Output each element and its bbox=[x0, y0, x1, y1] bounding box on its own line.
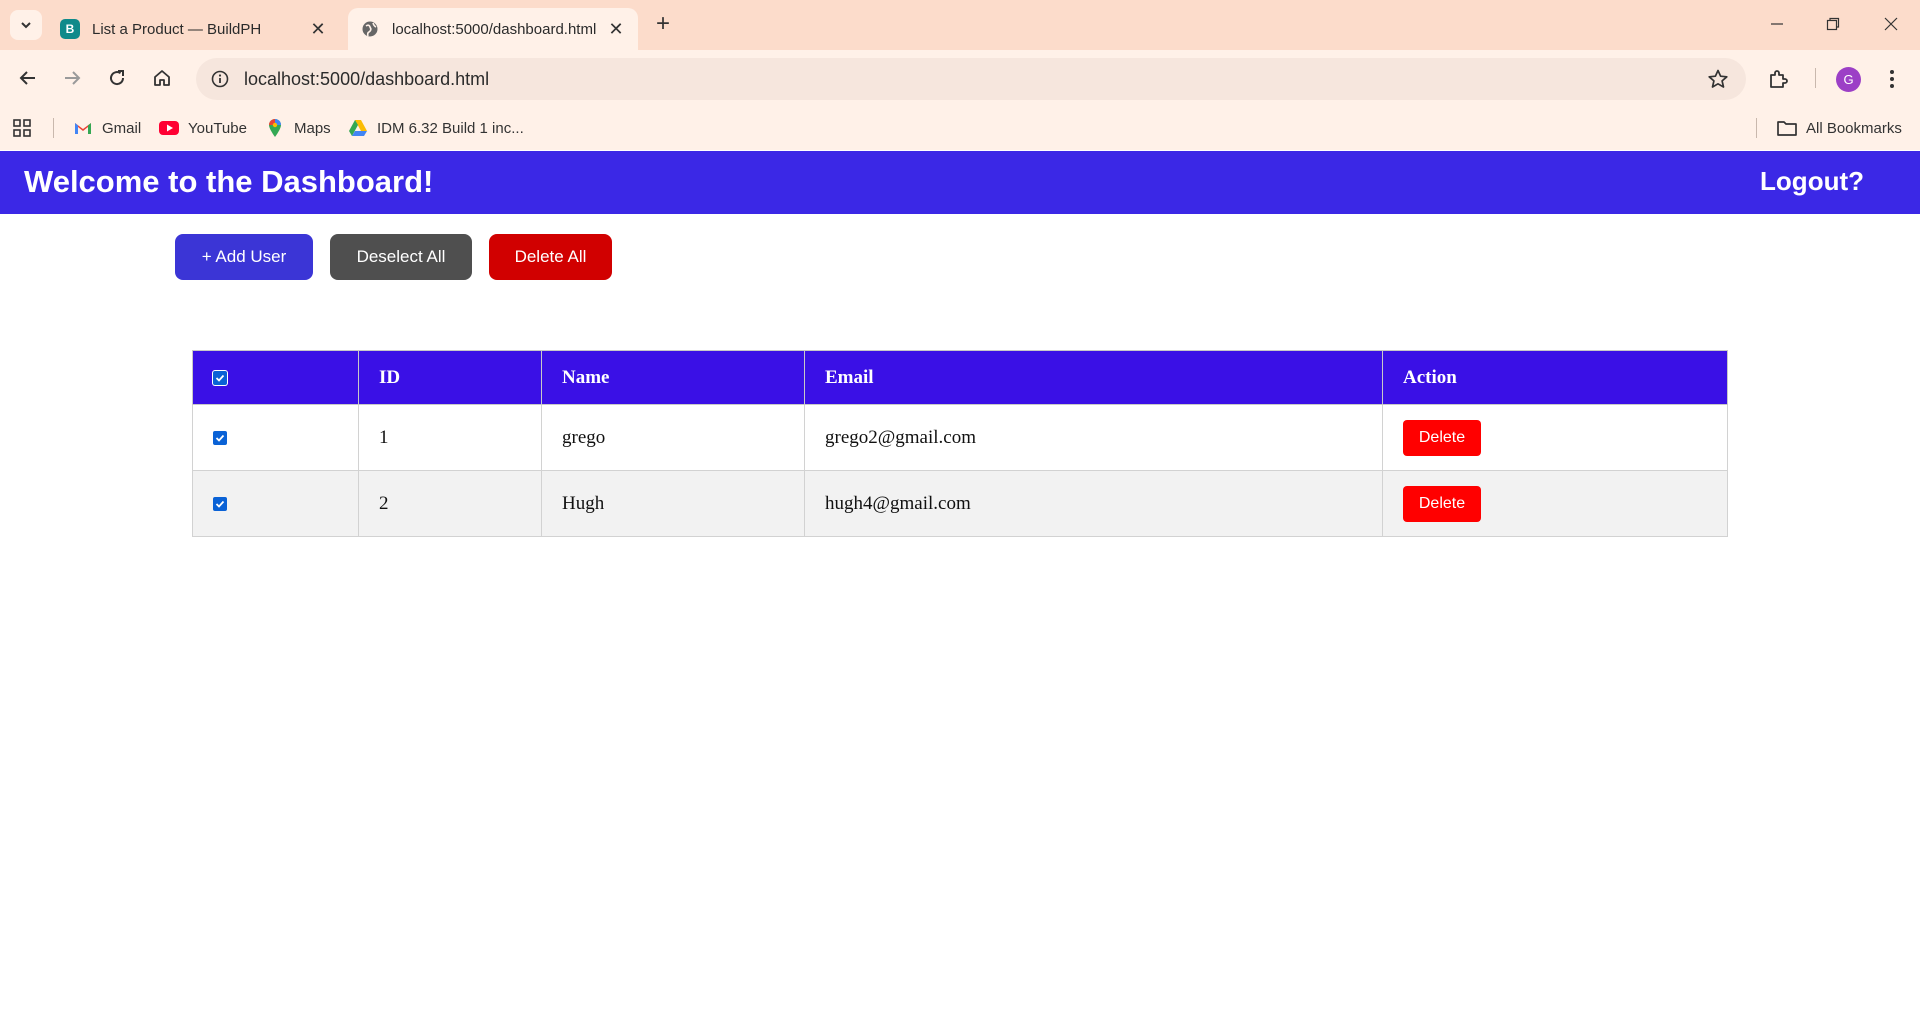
select-all-checkbox[interactable] bbox=[213, 371, 227, 386]
tab-list-a-product[interactable]: B List a Product — BuildPH ✕ bbox=[48, 8, 340, 50]
reload-button[interactable] bbox=[99, 60, 135, 96]
minimize-button[interactable] bbox=[1754, 8, 1800, 40]
close-icon[interactable]: ✕ bbox=[308, 19, 328, 39]
extensions-button[interactable] bbox=[1764, 64, 1794, 94]
buildph-favicon-icon: B bbox=[60, 19, 80, 39]
tab-search-button[interactable] bbox=[10, 10, 42, 40]
close-icon bbox=[1884, 17, 1898, 31]
apps-grid-icon bbox=[13, 119, 31, 137]
kebab-menu-icon bbox=[1890, 70, 1894, 88]
row-select-cell bbox=[192, 404, 359, 471]
row-checkbox[interactable] bbox=[213, 431, 227, 446]
select-all-header bbox=[192, 350, 359, 405]
all-bookmarks-label: All Bookmarks bbox=[1806, 119, 1902, 137]
star-icon[interactable] bbox=[1706, 67, 1730, 91]
checkmark-icon bbox=[215, 435, 225, 442]
folder-icon bbox=[1776, 119, 1798, 137]
bookmark-idm[interactable]: IDM 6.32 Build 1 inc... bbox=[347, 116, 524, 140]
bookmark-label: Maps bbox=[294, 119, 331, 137]
home-icon bbox=[154, 70, 170, 86]
close-window-button[interactable] bbox=[1868, 8, 1914, 40]
tab-strip: B List a Product — BuildPH ✕ localhost:5… bbox=[0, 0, 1920, 50]
all-bookmarks-button[interactable]: All Bookmarks bbox=[1776, 116, 1902, 140]
profile-avatar[interactable]: G bbox=[1836, 67, 1861, 92]
bookmarks-divider bbox=[1756, 118, 1757, 138]
address-bar[interactable]: localhost:5000/dashboard.html bbox=[196, 58, 1746, 100]
checkmark-icon bbox=[215, 375, 225, 382]
row-delete-button[interactable]: Delete bbox=[1403, 485, 1481, 522]
column-header-id: ID bbox=[358, 350, 542, 405]
cell-email: grego2@gmail.com bbox=[804, 404, 1383, 471]
new-tab-button[interactable]: + bbox=[650, 12, 676, 38]
cell-name: grego bbox=[541, 404, 805, 471]
checkmark-icon bbox=[215, 501, 225, 508]
more-menu-button[interactable] bbox=[1880, 65, 1904, 93]
bookmark-label: Gmail bbox=[102, 119, 142, 137]
bookmarks-divider bbox=[53, 118, 54, 138]
tab-title: localhost:5000/dashboard.html bbox=[392, 20, 597, 38]
restore-button[interactable] bbox=[1810, 8, 1856, 40]
reload-icon bbox=[110, 70, 125, 86]
chevron-down-icon bbox=[21, 22, 31, 29]
bookmark-gmail[interactable]: Gmail bbox=[72, 116, 141, 140]
column-header-email: Email bbox=[804, 350, 1383, 405]
row-select-cell bbox=[192, 470, 359, 537]
close-icon[interactable]: ✕ bbox=[606, 19, 626, 39]
table-header-row: ID Name Email Action bbox=[192, 350, 1728, 405]
arrow-left-icon bbox=[19, 71, 35, 85]
tab-dashboard[interactable]: localhost:5000/dashboard.html ✕ bbox=[348, 8, 638, 50]
youtube-icon bbox=[158, 119, 180, 137]
delete-all-button[interactable]: Delete All bbox=[489, 234, 612, 280]
page-title: Welcome to the Dashboard! bbox=[24, 164, 434, 199]
arrow-right-icon bbox=[65, 71, 81, 85]
info-icon[interactable] bbox=[210, 69, 230, 89]
home-button[interactable] bbox=[144, 60, 180, 96]
cell-name: Hugh bbox=[541, 470, 805, 537]
globe-icon bbox=[360, 19, 380, 39]
users-table: ID Name Email Action 1 grego grego2@gmai… bbox=[192, 350, 1728, 537]
maps-icon bbox=[264, 119, 286, 137]
bookmarks-bar: Gmail YouTube Maps IDM 6.32 Build 1 inc.… bbox=[0, 106, 1920, 150]
restore-icon bbox=[1826, 17, 1840, 31]
forward-button[interactable] bbox=[54, 60, 90, 96]
url-text[interactable]: localhost:5000/dashboard.html bbox=[244, 69, 1706, 90]
toolbar-divider bbox=[1815, 68, 1816, 88]
logout-link[interactable]: Logout? bbox=[1760, 166, 1864, 197]
deselect-all-button[interactable]: Deselect All bbox=[330, 234, 472, 280]
table-row: 2 Hugh hugh4@gmail.com Delete bbox=[192, 470, 1728, 537]
browser-toolbar: localhost:5000/dashboard.html G bbox=[0, 50, 1920, 106]
gmail-icon bbox=[72, 119, 94, 137]
cell-id: 2 bbox=[358, 470, 542, 537]
bookmark-label: YouTube bbox=[188, 119, 247, 137]
puzzle-icon bbox=[1770, 70, 1788, 88]
cell-action: Delete bbox=[1382, 404, 1728, 471]
minimize-icon bbox=[1771, 23, 1783, 25]
column-header-action: Action bbox=[1382, 350, 1728, 405]
bookmark-youtube[interactable]: YouTube bbox=[158, 116, 247, 140]
row-checkbox[interactable] bbox=[213, 497, 227, 512]
apps-button[interactable] bbox=[12, 116, 32, 140]
cell-action: Delete bbox=[1382, 470, 1728, 537]
cell-id: 1 bbox=[358, 404, 542, 471]
drive-icon bbox=[347, 119, 369, 137]
tab-title: List a Product — BuildPH bbox=[92, 20, 262, 38]
back-button[interactable] bbox=[10, 60, 46, 96]
dashboard-header: Welcome to the Dashboard! Logout? bbox=[0, 151, 1920, 214]
column-header-name: Name bbox=[541, 350, 805, 405]
bookmark-maps[interactable]: Maps bbox=[264, 116, 331, 140]
row-delete-button[interactable]: Delete bbox=[1403, 419, 1481, 456]
cell-email: hugh4@gmail.com bbox=[804, 470, 1383, 537]
bookmark-label: IDM 6.32 Build 1 inc... bbox=[377, 119, 524, 137]
add-user-button[interactable]: + Add User bbox=[175, 234, 313, 280]
table-row: 1 grego grego2@gmail.com Delete bbox=[192, 404, 1728, 471]
